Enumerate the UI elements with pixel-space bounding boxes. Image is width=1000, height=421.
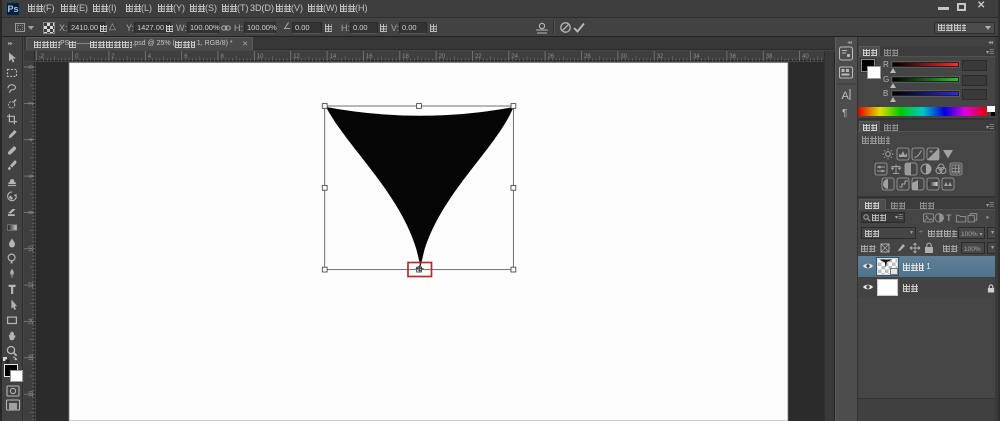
svg-text:2: 2 bbox=[29, 101, 35, 105]
svg-text:6: 6 bbox=[184, 54, 188, 60]
svg-text:16: 16 bbox=[29, 354, 35, 361]
svg-text:¶: ¶ bbox=[842, 108, 847, 119]
svg-text:14: 14 bbox=[29, 318, 35, 325]
svg-text:0: 0 bbox=[75, 54, 79, 60]
svg-text:4: 4 bbox=[148, 54, 152, 60]
svg-text:8: 8 bbox=[221, 54, 225, 60]
svg-text:2: 2 bbox=[111, 54, 115, 60]
svg-text:4: 4 bbox=[29, 137, 35, 141]
svg-text:18: 18 bbox=[29, 390, 35, 397]
svg-text:12: 12 bbox=[29, 281, 35, 288]
svg-text:6: 6 bbox=[29, 174, 35, 178]
svg-text:T: T bbox=[946, 213, 952, 223]
svg-text:0: 0 bbox=[29, 65, 35, 69]
svg-text:8: 8 bbox=[29, 210, 35, 214]
svg-text:A: A bbox=[842, 90, 850, 102]
svg-text:10: 10 bbox=[29, 245, 35, 252]
